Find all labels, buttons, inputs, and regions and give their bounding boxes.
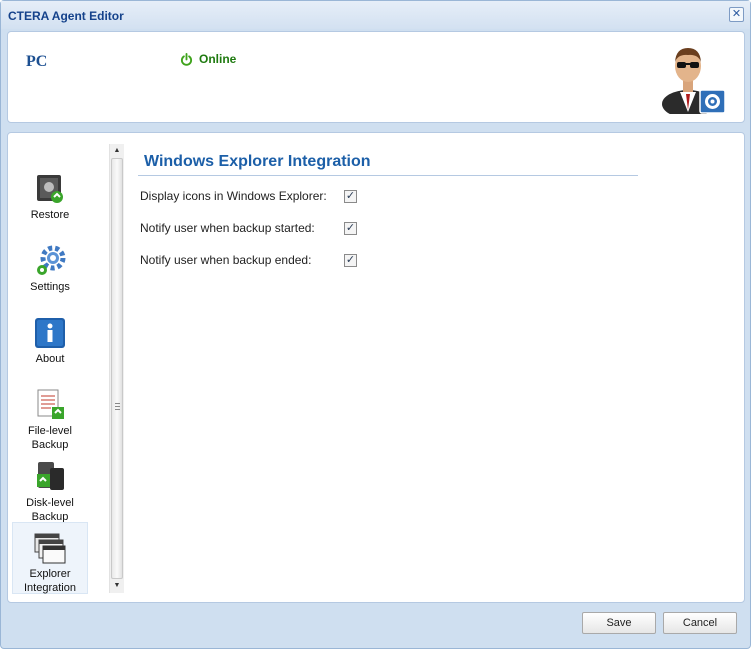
section-title: Windows Explorer Integration [138, 141, 638, 176]
sidebar-item-about[interactable]: About [12, 316, 88, 388]
scroll-down-arrow-icon[interactable]: ▼ [110, 579, 124, 593]
option-label: Notify user when backup ended: [140, 253, 312, 267]
grip-icon [115, 403, 120, 410]
info-icon [35, 318, 65, 348]
settings-content: Windows Explorer Integration Display ico… [138, 141, 638, 267]
window-title: CTERA Agent Editor [8, 9, 124, 23]
option-display-icons: Display icons in Windows Explorer: ✓ [140, 189, 357, 203]
sidebar-nav: Restore Settings About File-level Backup… [12, 141, 88, 596]
sidebar-item-label: Settings [30, 281, 70, 293]
sidebar-item-file-level-backup[interactable]: File-level Backup [12, 388, 88, 460]
scroll-up-arrow-icon[interactable]: ▲ [110, 144, 124, 158]
option-notify-started: Notify user when backup started: ✓ [140, 221, 357, 235]
agent-editor-window: CTERA Agent Editor ✕ PC Online Restore S… [0, 0, 751, 649]
notify-ended-checkbox[interactable]: ✓ [344, 253, 357, 267]
sidebar-scrollbar[interactable]: ▲ ▼ [109, 144, 124, 593]
scroll-thumb[interactable] [111, 158, 123, 579]
display-icons-checkbox[interactable]: ✓ [344, 189, 357, 203]
main-panel: Restore Settings About File-level Backup… [7, 132, 745, 603]
notify-started-checkbox[interactable]: ✓ [344, 221, 357, 235]
gear-icon [37, 245, 66, 275]
restore-safe-icon [37, 175, 63, 203]
sidebar-item-label: File-level Backup [27, 425, 72, 451]
sidebar-item-label: About [35, 353, 65, 365]
user-settings-avatar-icon [662, 48, 726, 114]
status-indicator: Online [180, 52, 236, 66]
file-backup-icon [37, 389, 64, 419]
close-button[interactable]: ✕ [729, 7, 744, 22]
explorer-windows-icon [34, 533, 66, 564]
close-icon: ✕ [731, 8, 742, 20]
sidebar-item-label: Restore [30, 209, 70, 221]
sidebar-item-explorer-integration[interactable]: Explorer Integration [12, 522, 88, 594]
title-bar[interactable]: CTERA Agent Editor ✕ [1, 1, 750, 29]
option-notify-ended: Notify user when backup ended: ✓ [140, 253, 357, 267]
cancel-button[interactable]: Cancel [663, 612, 737, 634]
disk-backup-icon [37, 462, 64, 490]
status-text: Online [199, 52, 237, 66]
power-icon [180, 52, 193, 66]
sidebar-item-label: Explorer Integration [24, 568, 76, 594]
save-button[interactable]: Save [582, 612, 656, 634]
device-name: PC [26, 53, 48, 70]
option-label: Display icons in Windows Explorer: [140, 189, 327, 203]
device-header: PC Online [7, 31, 745, 123]
option-label: Notify user when backup started: [140, 221, 315, 235]
sidebar-item-settings[interactable]: Settings [12, 244, 88, 316]
sidebar-item-label: Disk-level Backup [26, 497, 74, 523]
sidebar-item-restore[interactable]: Restore [12, 172, 88, 244]
